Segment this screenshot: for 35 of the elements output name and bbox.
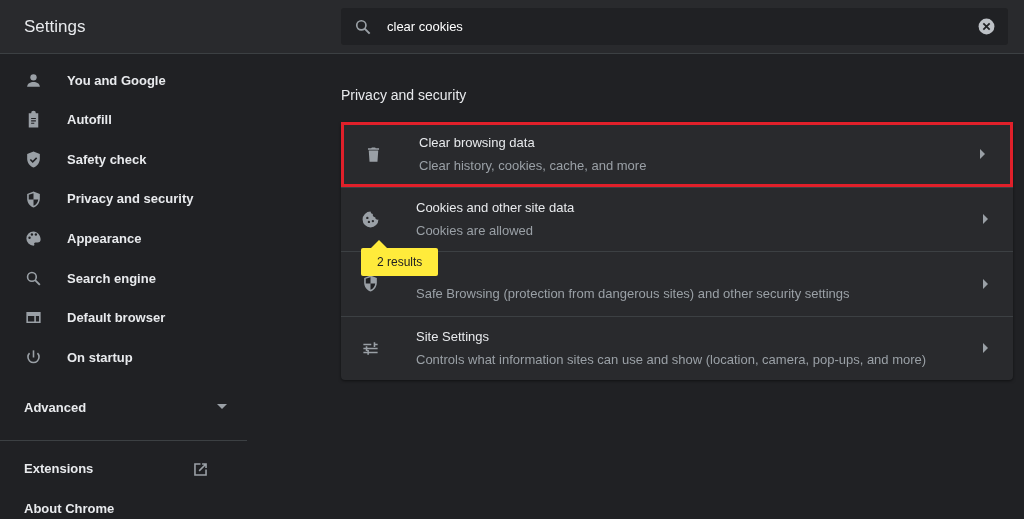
settings-row[interactable]: Site Settings Controls what information sites can use and show (location, camera, pop-ups, and more) bbox=[341, 315, 1013, 380]
shield-icon bbox=[24, 189, 43, 209]
row-subtitle: Cookies are allowed bbox=[416, 222, 535, 241]
results-tooltip: 2 results bbox=[361, 240, 439, 276]
sidebar-link[interactable]: About Chrome bbox=[0, 488, 247, 519]
row-title: Cookies and other site data bbox=[416, 198, 576, 217]
row-subtitle: Controls what information sites can use and show (location, camera, pop-ups, and more) bbox=[416, 351, 928, 370]
sidebar-item[interactable]: On startup bbox=[0, 337, 247, 378]
sidebar-item[interactable]: Search engine bbox=[0, 258, 247, 299]
search-input[interactable]: clear cookies bbox=[387, 16, 977, 37]
section-title: Privacy and security bbox=[341, 86, 468, 105]
sidebar-item[interactable]: Appearance bbox=[0, 218, 247, 259]
search-field[interactable]: clear cookies bbox=[341, 8, 1008, 45]
palette-icon bbox=[24, 229, 43, 249]
row-subtitle: Safe Browsing (protection from dangerous sites) and other security settings bbox=[416, 285, 851, 303]
row-subtitle: Clear history, cookies, cache, and more bbox=[419, 157, 648, 176]
chevron-icon bbox=[983, 343, 989, 354]
chevron-icon bbox=[983, 278, 989, 289]
page-title: Settings bbox=[23, 15, 87, 38]
clear-icon[interactable] bbox=[977, 17, 996, 36]
row-title: Site Settings bbox=[416, 327, 490, 346]
sidebar-item[interactable]: Privacy and security bbox=[0, 179, 247, 219]
sidebar-link[interactable]: Extensions bbox=[0, 449, 247, 489]
settings-row[interactable]: Clear browsing data Clear history, cookies, cache, and more bbox=[341, 122, 1013, 187]
chevron-icon bbox=[983, 214, 989, 225]
chevron-icon bbox=[980, 149, 986, 160]
sidebar-item[interactable]: Safety check bbox=[0, 139, 247, 180]
sidebar-item[interactable]: Default browser bbox=[0, 298, 247, 338]
sidebar-item[interactable]: Autofill bbox=[0, 100, 247, 140]
sidebar-item[interactable]: You and Google bbox=[0, 60, 247, 101]
row-title: Clear browsing data bbox=[419, 133, 536, 152]
advanced-toggle[interactable]: Advanced bbox=[0, 387, 247, 428]
cookie-icon bbox=[361, 209, 380, 229]
shield-check-icon bbox=[24, 150, 43, 169]
shield-icon bbox=[361, 274, 380, 294]
